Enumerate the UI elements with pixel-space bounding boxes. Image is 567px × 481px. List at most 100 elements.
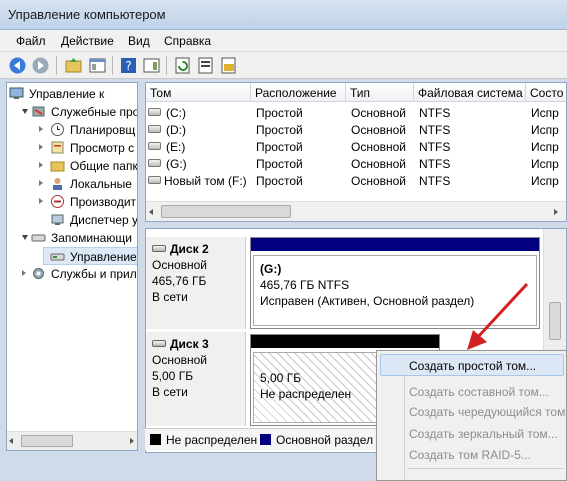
shared-folder-icon: [50, 161, 65, 172]
tree-item-services[interactable]: Службы и прил: [7, 265, 137, 283]
volume-icon: [148, 125, 161, 133]
scroll-left-icon[interactable]: [9, 438, 13, 444]
disk-type: Основной: [152, 353, 208, 367]
tree-label: Управление: [70, 250, 137, 264]
disk-size: 5,00 ГБ: [152, 369, 194, 383]
help-icon[interactable]: ?: [119, 56, 138, 75]
properties-icon[interactable]: [196, 56, 215, 75]
cell-layout: Простой: [256, 140, 303, 154]
collapse-arrow-icon[interactable]: [22, 109, 28, 114]
cell-status: Испр: [531, 174, 559, 188]
cell-type: Основной: [351, 123, 407, 137]
table-row[interactable]: (G:) Простой Основной NTFS Испр: [146, 155, 566, 172]
cell-layout: Простой: [256, 106, 303, 120]
console-tree-icon[interactable]: [88, 56, 107, 75]
menu-help[interactable]: Справка: [164, 34, 211, 48]
menu-create-striped-volume[interactable]: Создать чередующийся том...: [409, 405, 567, 419]
refresh-icon[interactable]: [173, 56, 192, 75]
cell-filesystem: NTFS: [419, 157, 451, 171]
volume-icon: [148, 142, 161, 150]
tree-item-shared-folders[interactable]: Общие папк: [7, 157, 138, 175]
scroll-right-icon[interactable]: [130, 438, 134, 444]
scrollbar-thumb[interactable]: [549, 302, 561, 340]
export-list-icon[interactable]: [219, 56, 238, 75]
table-row[interactable]: (E:) Простой Основной NTFS Испр: [146, 138, 566, 155]
tree-horizontal-scrollbar[interactable]: [7, 431, 137, 450]
status-bar: [0, 455, 376, 481]
expand-arrow-icon[interactable]: [39, 162, 43, 168]
cell-volume: (D:): [166, 123, 186, 137]
folder-up-icon[interactable]: [64, 56, 83, 75]
performance-icon: [51, 195, 64, 208]
expand-arrow-icon[interactable]: [22, 270, 26, 276]
tools-icon: [32, 106, 45, 117]
clock-icon: [51, 123, 64, 136]
tree-label: Служебные про: [51, 105, 138, 119]
cell-status: Испр: [531, 123, 559, 137]
menu-create-simple-volume[interactable]: Создать простой том...: [409, 359, 536, 373]
cell-type: Основной: [351, 106, 407, 120]
disk-2-label[interactable]: Диск 2 Основной 465,76 ГБ В сети: [146, 237, 246, 329]
expand-arrow-icon[interactable]: [39, 144, 43, 150]
volume-horizontal-scrollbar[interactable]: [146, 201, 566, 221]
disk-type: Основной: [152, 258, 208, 272]
volume-icon: [148, 108, 161, 116]
scroll-left-icon[interactable]: [149, 209, 153, 215]
legend-unallocated: Не распределен: [166, 433, 258, 447]
cell-layout: Простой: [256, 123, 303, 137]
table-row[interactable]: (C:) Простой Основной NTFS Испр: [146, 104, 566, 121]
expand-arrow-icon[interactable]: [39, 180, 43, 186]
tree-item-device-manager[interactable]: Диспетчер у: [7, 211, 137, 229]
tree-item-event-viewer[interactable]: Просмотр с: [7, 139, 137, 157]
volume-icon: [148, 176, 161, 184]
col-header-layout[interactable]: Расположение: [251, 83, 346, 102]
menu-create-raid5-volume[interactable]: Создать том RAID-5...: [409, 448, 531, 462]
cell-status: Испр: [531, 106, 559, 120]
cell-type: Основной: [351, 174, 407, 188]
col-header-filesystem[interactable]: Файловая система: [414, 83, 526, 102]
forward-arrow-icon[interactable]: [31, 56, 50, 75]
back-arrow-icon[interactable]: [8, 56, 27, 75]
tree-label: Запоминающи: [51, 231, 132, 245]
volume-icon: [148, 159, 161, 167]
expand-arrow-icon[interactable]: [39, 126, 43, 132]
users-icon: [53, 178, 62, 190]
menu-file[interactable]: Файл: [16, 34, 46, 48]
tree-item-disk-management[interactable]: Управление: [43, 247, 137, 265]
menu-create-spanned-volume[interactable]: Создать составной том...: [409, 385, 549, 399]
col-header-volume[interactable]: Том: [146, 83, 251, 102]
disk-status: В сети: [152, 385, 188, 399]
menu-view[interactable]: Вид: [128, 34, 150, 48]
col-header-type[interactable]: Тип: [346, 83, 414, 102]
tree-item-system-tools[interactable]: Служебные про: [7, 103, 138, 121]
menu-action[interactable]: Действие: [61, 34, 114, 48]
tree-item-performance[interactable]: Производит: [7, 193, 137, 211]
cell-status: Испр: [531, 140, 559, 154]
scrollbar-thumb[interactable]: [21, 435, 73, 447]
cell-volume: Новый том (F:): [164, 174, 247, 188]
col-header-status[interactable]: Состо: [526, 83, 566, 102]
device-manager-icon: [51, 214, 64, 225]
tree-label: Производит: [70, 195, 137, 209]
tree-label: Общие папк: [70, 159, 138, 173]
show-hide-pane-icon[interactable]: [142, 56, 161, 75]
collapse-arrow-icon[interactable]: [22, 235, 28, 240]
scrollbar-thumb[interactable]: [161, 205, 291, 218]
tree-item-task-scheduler[interactable]: Планировщ: [7, 121, 137, 139]
context-menu: Создать простой том... Создать составной…: [376, 350, 567, 481]
cell-volume: (E:): [166, 140, 186, 154]
tree-item-storage[interactable]: Запоминающи: [7, 229, 137, 247]
partition-label: (G:): [260, 262, 282, 276]
console-tree: Управление к Служебные про Планировщ Про…: [6, 82, 138, 451]
tree-item-computer-management[interactable]: Управление к: [7, 85, 137, 103]
window-title: Управление компьютером: [8, 7, 166, 22]
computer-management-icon: [9, 87, 24, 99]
expand-arrow-icon[interactable]: [39, 198, 43, 204]
table-row[interactable]: (D:) Простой Основной NTFS Испр: [146, 121, 566, 138]
scroll-right-icon[interactable]: [554, 209, 558, 215]
disk-3-label[interactable]: Диск 3 Основной 5,00 ГБ В сети: [146, 332, 246, 426]
title-bar: Управление компьютером: [0, 0, 567, 30]
tree-item-local-users[interactable]: Локальные: [7, 175, 137, 193]
table-row[interactable]: Новый том (F:) Простой Основной NTFS Исп…: [146, 172, 566, 189]
menu-create-mirrored-volume[interactable]: Создать зеркальный том...: [409, 427, 558, 441]
